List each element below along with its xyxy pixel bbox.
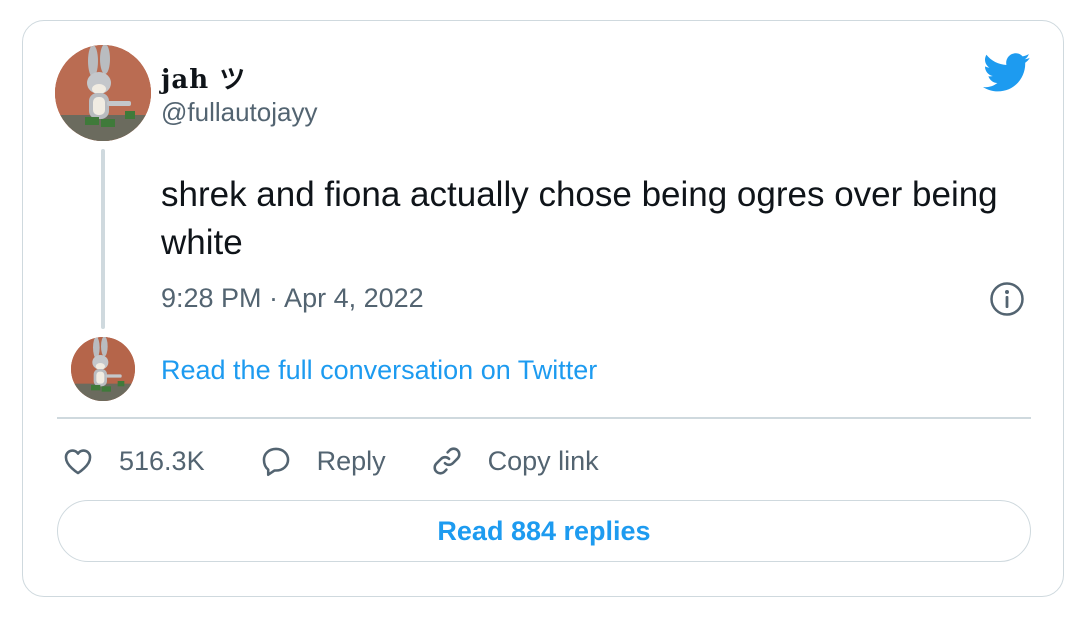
reply-author-avatar[interactable] [71, 337, 135, 401]
heart-icon [64, 449, 92, 475]
tweet-timestamp[interactable]: 9:28 PM · Apr 4, 2022 [161, 283, 424, 314]
author-display-name[interactable]: jah ツ [161, 59, 246, 96]
read-replies-button[interactable]: Read 884 replies [57, 500, 1031, 562]
reply-button[interactable]: Reply [259, 444, 386, 478]
tweet-text: shrek and fiona actually chose being ogr… [161, 175, 998, 262]
tweet-actions-bar: 516.3K Reply Copy link [61, 441, 599, 481]
thread-connector-line [101, 149, 105, 329]
bugs-bunny-avatar-icon [55, 45, 151, 141]
divider [57, 417, 1031, 419]
twitter-bird-icon[interactable] [983, 53, 1031, 93]
like-count: 516.3K [119, 445, 205, 476]
speech-bubble-icon [262, 447, 289, 477]
author-avatar[interactable] [55, 45, 151, 141]
read-full-conversation-link[interactable]: Read the full conversation on Twitter [161, 355, 597, 386]
reply-label: Reply [316, 445, 386, 476]
like-button[interactable]: 516.3K [61, 444, 205, 478]
link-icon [433, 447, 461, 475]
bugs-bunny-avatar-icon [71, 337, 135, 401]
copy-link-label: Copy link [487, 445, 599, 476]
copy-link-button[interactable]: Copy link [430, 444, 599, 478]
info-icon[interactable] [989, 281, 1025, 317]
tweet-embed-card: jah ツ @fullautojayy shrek and fiona actu… [22, 20, 1064, 597]
author-handle[interactable]: @fullautojayy [161, 97, 317, 128]
